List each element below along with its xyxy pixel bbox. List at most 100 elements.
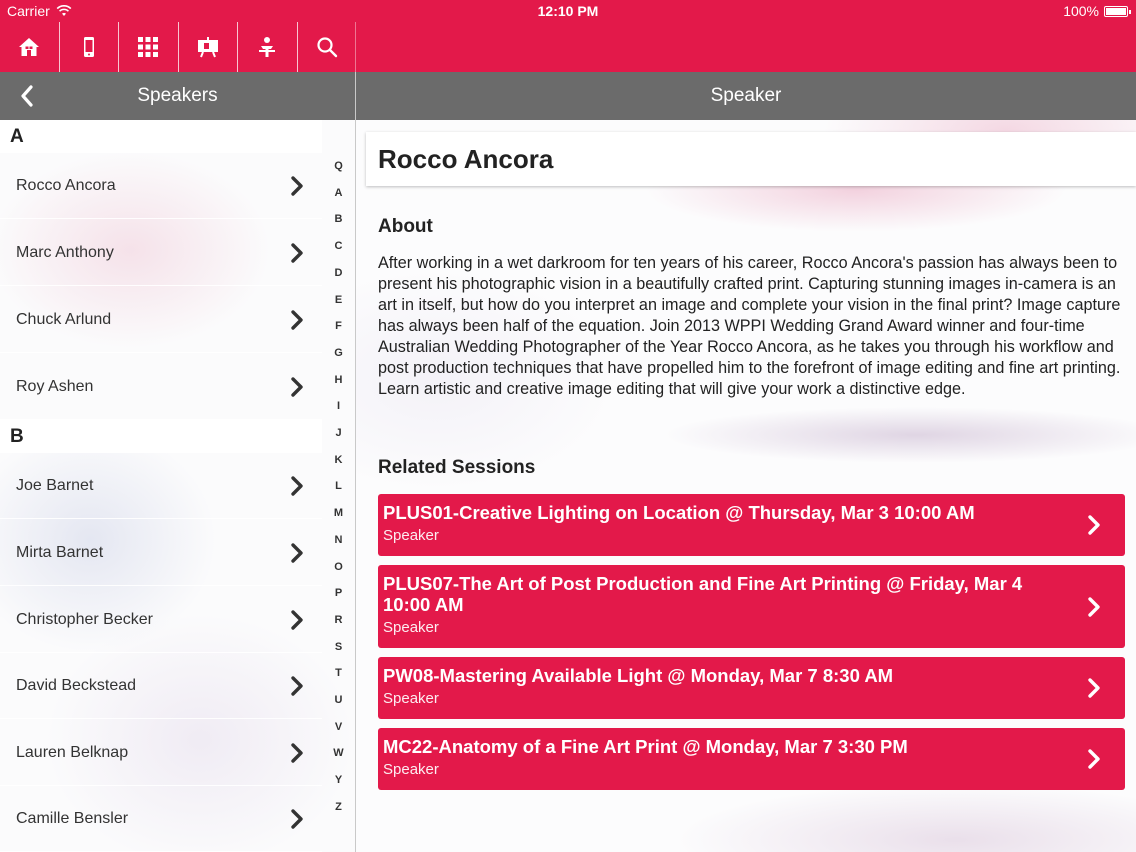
session-title: PLUS07-The Art of Post Production and Fi…: [383, 573, 1023, 615]
chevron-right-icon: [291, 176, 303, 196]
index-letter[interactable]: I: [322, 400, 355, 412]
chevron-right-icon: [291, 809, 303, 829]
chevron-right-icon: [291, 476, 303, 496]
index-letter[interactable]: S: [322, 641, 355, 653]
chevron-left-icon: [21, 85, 33, 107]
clock: 12:10 PM: [537, 3, 599, 19]
speaker-nav-title: Speaker: [710, 85, 782, 106]
speaker-row-label: Camille Bensler: [16, 809, 129, 827]
chevron-right-icon: [291, 543, 303, 563]
chevron-right-icon: [291, 243, 303, 263]
index-letter[interactable]: P: [322, 587, 355, 599]
speaker-row-lauren-belknap[interactable]: Lauren Belknap: [0, 720, 322, 786]
index-letter[interactable]: W: [322, 747, 355, 759]
speaker-row-marc-anthony[interactable]: Marc Anthony: [0, 220, 322, 286]
speaker-row-camille-bensler[interactable]: Camille Bensler: [0, 786, 322, 852]
speaker-row-label: Chuck Arlund: [16, 310, 112, 328]
session-plus07[interactable]: PLUS07-The Art of Post Production and Fi…: [378, 565, 1125, 648]
index-letter[interactable]: O: [322, 561, 355, 573]
index-letter[interactable]: M: [322, 507, 355, 519]
speaker-row-label: Marc Anthony: [16, 243, 114, 261]
session-role: Speaker: [383, 690, 439, 707]
speaker-row-joe-barnet[interactable]: Joe Barnet: [0, 453, 322, 519]
about-text: After working in a wet darkroom for ten …: [378, 254, 1121, 398]
home-icon: [19, 38, 40, 56]
session-title: PLUS01-Creative Lighting on Location @ T…: [383, 502, 975, 523]
speaker-nav-bar: Speaker: [356, 72, 1136, 120]
speakers-list[interactable]: A Rocco Ancora Marc Anthony Chuck Arlund…: [0, 120, 355, 852]
speaker-row-david-beckstead[interactable]: David Beckstead: [0, 653, 322, 719]
index-letter[interactable]: V: [322, 721, 355, 733]
home-button[interactable]: [0, 22, 60, 72]
index-letter[interactable]: R: [322, 614, 355, 626]
session-role: Speaker: [383, 761, 439, 778]
speaker-name-title: Rocco Ancora: [366, 132, 1136, 186]
index-letter[interactable]: J: [322, 427, 355, 439]
index-letter[interactable]: D: [322, 267, 355, 279]
speaker-row-label: Lauren Belknap: [16, 743, 129, 761]
speaker-row-christopher-becker[interactable]: Christopher Becker: [0, 587, 322, 653]
back-button[interactable]: [14, 82, 40, 110]
session-title: PW08-Mastering Available Light @ Monday,…: [383, 665, 894, 686]
session-role: Speaker: [383, 527, 439, 544]
index-letter[interactable]: B: [322, 213, 355, 225]
index-letter[interactable]: A: [322, 187, 355, 199]
chevron-right-icon: [1088, 678, 1100, 698]
chevron-right-icon: [291, 743, 303, 763]
speaker-row-label: Joe Barnet: [16, 476, 94, 494]
speaker-row-roy-ashen[interactable]: Roy Ashen: [0, 354, 322, 420]
search-button[interactable]: [298, 22, 358, 72]
speaker-row-chuck-arlund[interactable]: Chuck Arlund: [0, 287, 322, 353]
status-bar: Carrier 12:10 PM 100%: [0, 0, 1136, 22]
session-mc22[interactable]: MC22-Anatomy of a Fine Art Print @ Monda…: [378, 728, 1125, 790]
index-letter[interactable]: G: [322, 347, 355, 359]
session-title: MC22-Anatomy of a Fine Art Print @ Monda…: [383, 736, 908, 757]
index-letter[interactable]: T: [322, 667, 355, 679]
chevron-right-icon: [291, 676, 303, 696]
speaker-row-label: Mirta Barnet: [16, 543, 104, 561]
speaker-row-rocco-ancora[interactable]: Rocco Ancora: [0, 153, 322, 219]
speakers-nav-title: Speakers: [137, 85, 218, 106]
chevron-right-icon: [291, 377, 303, 397]
about-heading: About: [378, 216, 433, 237]
chevron-right-icon: [1088, 749, 1100, 769]
index-letter[interactable]: E: [322, 294, 355, 306]
index-letter[interactable]: F: [322, 320, 355, 332]
battery-label: 100%: [1063, 3, 1099, 19]
index-letter[interactable]: Y: [322, 774, 355, 786]
speaker-person-icon: [259, 37, 276, 57]
session-plus01[interactable]: PLUS01-Creative Lighting on Location @ T…: [378, 494, 1125, 556]
index-letter[interactable]: U: [322, 694, 355, 706]
toolbar-divider: [355, 22, 356, 72]
chevron-right-icon: [291, 310, 303, 330]
chevron-right-icon: [291, 610, 303, 630]
mobile-device-icon: [83, 37, 94, 57]
presentation-board-icon: [197, 37, 218, 58]
index-letter[interactable]: Q: [322, 160, 355, 172]
index-letter[interactable]: H: [322, 374, 355, 386]
session-role: Speaker: [383, 619, 439, 636]
chevron-right-icon: [1088, 596, 1100, 617]
chevron-right-icon: [1088, 515, 1100, 535]
speaker-detail: Rocco Ancora About After working in a we…: [356, 120, 1136, 852]
speaker-row-mirta-barnet[interactable]: Mirta Barnet: [0, 520, 322, 586]
grid-icon: [138, 37, 159, 57]
speakers-button[interactable]: [238, 22, 298, 72]
section-header-a: A: [0, 120, 322, 153]
search-icon: [317, 37, 338, 58]
speaker-row-label: Rocco Ancora: [16, 176, 116, 194]
mobile-device-button[interactable]: [60, 22, 119, 72]
index-letter[interactable]: K: [322, 454, 355, 466]
battery-indicator: 100%: [1063, 3, 1131, 19]
index-letter[interactable]: Z: [322, 801, 355, 813]
index-letter[interactable]: N: [322, 534, 355, 546]
index-letter[interactable]: L: [322, 480, 355, 492]
speaker-row-label: Christopher Becker: [16, 610, 153, 628]
sessions-button[interactable]: [179, 22, 238, 72]
session-pw08[interactable]: PW08-Mastering Available Light @ Monday,…: [378, 657, 1125, 719]
battery-icon: [1104, 5, 1131, 17]
section-index[interactable]: Q A B C D E F G H I J K L M N O P R S T U V W Y Z: [322, 120, 355, 820]
schedule-grid-button[interactable]: [119, 22, 179, 72]
index-letter[interactable]: C: [322, 240, 355, 252]
main-toolbar: [0, 22, 1136, 72]
